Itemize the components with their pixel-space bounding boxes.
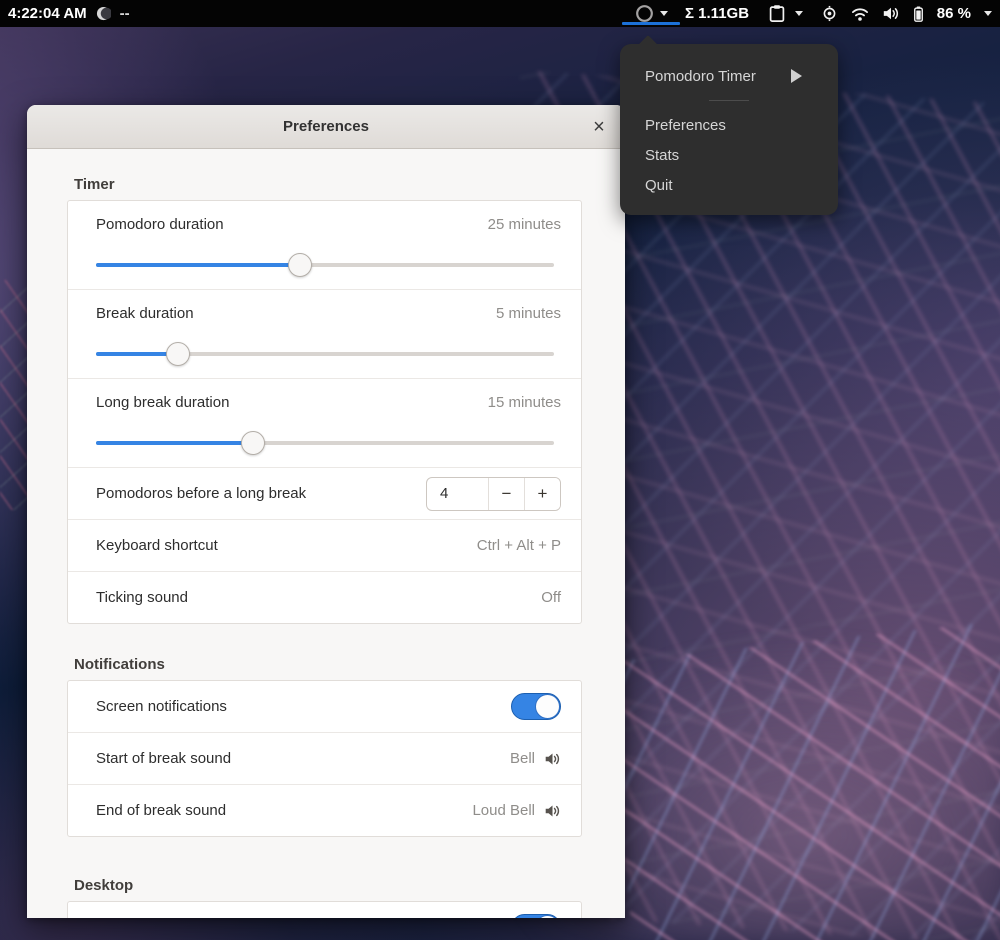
long-break-duration-row: Long break duration 15 minutes <box>68 378 581 467</box>
system-monitor-indicator[interactable]: Σ 1.11GB <box>685 0 749 27</box>
break-duration-row: Break duration 5 minutes <box>68 289 581 378</box>
pomodoro-duration-slider[interactable] <box>96 263 554 267</box>
speaker-icon[interactable] <box>544 804 561 818</box>
clock-weather-group[interactable]: 4:22:04 AM -- <box>8 0 130 27</box>
pomodoros-before-long-break-row: Pomodoros before a long break 4 − + <box>68 467 581 519</box>
volume-icon <box>882 6 900 21</box>
keyboard-shortcut-row[interactable]: Keyboard shortcut Ctrl + Alt + P <box>68 519 581 571</box>
row-label: Start of break sound <box>96 750 231 767</box>
row-label: Screen notifications <box>96 698 227 715</box>
wallpaper-streaks-corner <box>604 619 1000 940</box>
system-status-area[interactable]: 86 % <box>821 0 994 27</box>
toggle-knob <box>535 915 560 918</box>
row-label: Pomodoros before a long break <box>96 485 306 502</box>
decrement-button[interactable]: − <box>489 478 524 510</box>
menu-item-label: Pomodoro Timer <box>645 68 756 85</box>
pomodoro-indicator-button[interactable] <box>622 0 680 27</box>
break-duration-slider[interactable] <box>96 352 554 356</box>
chevron-down-icon <box>660 11 668 16</box>
row-value: 15 minutes <box>488 394 561 411</box>
row-label: End of break sound <box>96 802 226 819</box>
location-icon <box>821 5 838 22</box>
start-of-break-sound-row[interactable]: Start of break sound Bell <box>68 732 581 784</box>
toggle-knob <box>535 694 560 719</box>
screen-notifications-row: Screen notifications <box>68 681 581 732</box>
menu-item-stats[interactable]: Stats <box>620 140 838 170</box>
weather-label: -- <box>120 5 130 22</box>
pomodoro-circle-icon <box>635 4 654 23</box>
row-label: Pomodoro duration <box>96 216 224 233</box>
preferences-content: Timer Pomodoro duration 25 minutes Break… <box>27 149 625 918</box>
section-header-timer: Timer <box>74 176 625 193</box>
wait-for-activity-row: Wait for activity after a break <box>68 902 581 918</box>
row-label: Keyboard shortcut <box>96 537 218 554</box>
desktop-card: Wait for activity after a break <box>67 901 582 918</box>
menu-item-label: Stats <box>645 147 679 164</box>
memory-usage-label: Σ 1.11GB <box>685 5 749 22</box>
window-title: Preferences <box>283 118 369 135</box>
battery-percent-label: 86 % <box>937 5 971 22</box>
pomodoro-menu: Pomodoro Timer Preferences Stats Quit <box>620 44 838 215</box>
increment-button[interactable]: + <box>524 478 560 510</box>
desktop: 4:22:04 AM -- Σ 1.11GB <box>0 0 1000 940</box>
row-label: Break duration <box>96 305 194 322</box>
row-label: Ticking sound <box>96 589 188 606</box>
row-value: 25 minutes <box>488 216 561 233</box>
menu-item-label: Quit <box>645 177 673 194</box>
screen-notifications-toggle[interactable] <box>511 693 561 720</box>
preferences-window: Preferences × Timer Pomodoro duration 25… <box>27 105 625 918</box>
menu-item-pomodoro-timer[interactable]: Pomodoro Timer <box>620 61 838 91</box>
row-value: Off <box>541 589 561 606</box>
menu-separator <box>620 91 838 110</box>
battery-icon <box>913 5 924 23</box>
pomodoro-count-spinner: 4 − + <box>426 477 561 511</box>
moon-icon <box>96 6 111 21</box>
clipboard-indicator-button[interactable] <box>769 0 803 27</box>
spinner-value-field[interactable]: 4 <box>427 478 489 510</box>
section-header-notifications: Notifications <box>74 656 625 673</box>
row-value: Ctrl + Alt + P <box>477 537 561 554</box>
long-break-duration-slider[interactable] <box>96 441 554 445</box>
menu-item-label: Preferences <box>645 117 726 134</box>
menu-item-preferences[interactable]: Preferences <box>620 110 838 140</box>
notifications-card: Screen notifications Start of break soun… <box>67 680 582 837</box>
slider-handle[interactable] <box>166 342 190 366</box>
window-titlebar[interactable]: Preferences × <box>27 105 625 149</box>
chevron-down-icon <box>984 11 992 16</box>
clipboard-icon <box>769 4 785 23</box>
speaker-icon[interactable] <box>544 752 561 766</box>
slider-fill <box>96 263 300 267</box>
play-icon[interactable] <box>791 69 802 83</box>
slider-handle[interactable] <box>288 253 312 277</box>
slider-handle[interactable] <box>241 431 265 455</box>
end-of-break-sound-row[interactable]: End of break sound Loud Bell <box>68 784 581 836</box>
pomodoro-duration-row: Pomodoro duration 25 minutes <box>68 201 581 289</box>
row-value: 5 minutes <box>496 305 561 322</box>
row-value: Loud Bell <box>472 802 535 819</box>
section-header-desktop: Desktop <box>74 877 625 894</box>
menu-item-quit[interactable]: Quit <box>620 170 838 200</box>
close-button[interactable]: × <box>586 114 612 140</box>
wifi-icon <box>851 7 869 21</box>
timer-card: Pomodoro duration 25 minutes Break durat… <box>67 200 582 624</box>
wait-for-activity-toggle[interactable] <box>511 914 561 918</box>
ticking-sound-row[interactable]: Ticking sound Off <box>68 571 581 623</box>
clock-label: 4:22:04 AM <box>8 5 87 22</box>
slider-fill <box>96 441 253 445</box>
row-label: Long break duration <box>96 394 229 411</box>
top-panel: 4:22:04 AM -- Σ 1.11GB <box>0 0 1000 27</box>
chevron-down-icon <box>795 11 803 16</box>
row-value: Bell <box>510 750 535 767</box>
